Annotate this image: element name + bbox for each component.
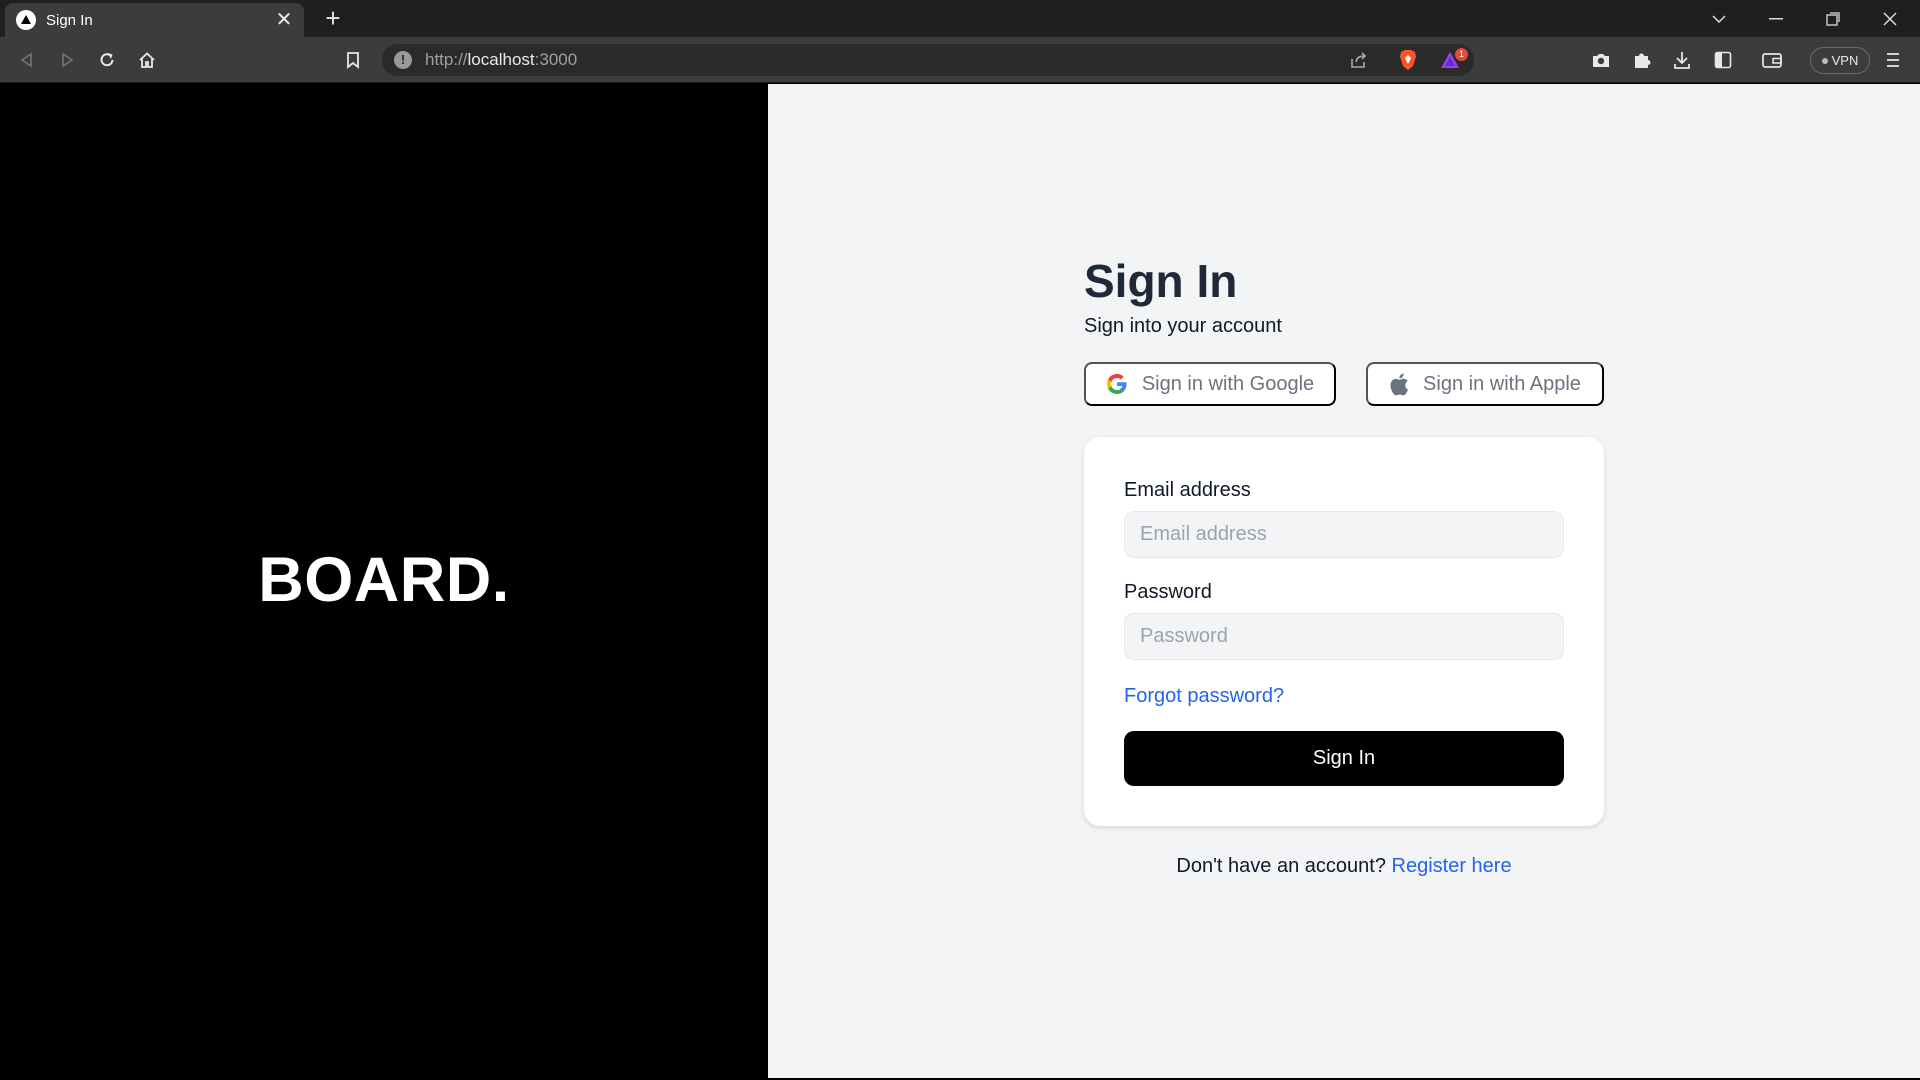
apple-signin-button[interactable]: Sign in with Apple xyxy=(1366,362,1604,406)
tab-search-chevron-icon[interactable] xyxy=(1699,4,1739,34)
browser-tabstrip: Sign In ✕ + xyxy=(0,0,1920,37)
notification-badge: 1 xyxy=(1455,48,1468,61)
brand-logo: BOARD. xyxy=(258,545,510,615)
url-scheme: http:// xyxy=(425,50,468,69)
register-prompt: Don't have an account? Register here xyxy=(1084,855,1604,878)
minimize-window-icon[interactable] xyxy=(1756,4,1796,34)
wallet-icon[interactable] xyxy=(1757,45,1787,75)
brave-rewards-icon[interactable]: 1 xyxy=(1437,45,1468,75)
share-icon[interactable] xyxy=(1344,45,1374,75)
password-label: Password xyxy=(1124,581,1212,603)
downloads-icon[interactable] xyxy=(1667,45,1697,75)
apple-button-label: Sign in with Apple xyxy=(1423,372,1581,395)
tab-title: Sign In xyxy=(46,11,93,29)
google-signin-button[interactable]: Sign in with Google xyxy=(1084,362,1336,406)
email-label: Email address xyxy=(1124,479,1251,501)
back-icon[interactable] xyxy=(12,45,42,75)
address-bar[interactable]: ! http://localhost:3000 xyxy=(382,44,1474,76)
restore-window-icon[interactable] xyxy=(1813,4,1853,34)
forgot-password-link[interactable]: Forgot password? xyxy=(1124,685,1284,708)
screenshot-camera-icon[interactable] xyxy=(1586,45,1616,75)
browser-tab-active[interactable]: Sign In ✕ xyxy=(5,3,304,37)
google-button-label: Sign in with Google xyxy=(1141,372,1315,395)
google-icon xyxy=(1106,374,1127,394)
close-window-icon[interactable] xyxy=(1870,4,1910,34)
sidebar-toggle-icon[interactable] xyxy=(1708,45,1738,75)
apple-icon xyxy=(1390,373,1409,395)
vpn-status-dot-icon xyxy=(1821,57,1828,64)
tab-close-icon[interactable]: ✕ xyxy=(272,10,296,30)
register-prompt-text: Don't have an account? xyxy=(1176,855,1386,877)
forward-icon[interactable] xyxy=(52,45,82,75)
signin-submit-button[interactable]: Sign In xyxy=(1124,731,1564,786)
url-port: :3000 xyxy=(534,50,578,69)
email-field[interactable] xyxy=(1124,511,1564,558)
site-favicon-icon xyxy=(16,10,36,30)
brand-panel: BOARD. xyxy=(0,84,768,1080)
vpn-button[interactable]: VPN xyxy=(1810,47,1870,74)
site-info-icon[interactable]: ! xyxy=(394,51,412,69)
home-icon[interactable] xyxy=(132,45,162,75)
password-field[interactable] xyxy=(1124,613,1564,660)
url-text: http://localhost:3000 xyxy=(425,50,577,70)
vpn-label: VPN xyxy=(1831,53,1859,68)
page-subtitle: Sign into your account xyxy=(1084,315,1282,337)
signin-card: Email address Password Forgot password? … xyxy=(1084,437,1604,826)
url-host: localhost xyxy=(467,50,535,69)
new-tab-button[interactable]: + xyxy=(318,4,348,34)
page-title: Sign In xyxy=(1084,255,1238,307)
bookmark-icon[interactable] xyxy=(338,45,368,75)
extensions-puzzle-icon[interactable] xyxy=(1627,45,1657,75)
register-link[interactable]: Register here xyxy=(1392,855,1512,877)
browser-toolbar: ! http://localhost:3000 1 VPN xyxy=(0,37,1920,83)
menu-hamburger-icon[interactable] xyxy=(1878,45,1908,75)
reload-icon[interactable] xyxy=(92,45,122,75)
brave-shields-icon[interactable] xyxy=(1393,45,1423,75)
